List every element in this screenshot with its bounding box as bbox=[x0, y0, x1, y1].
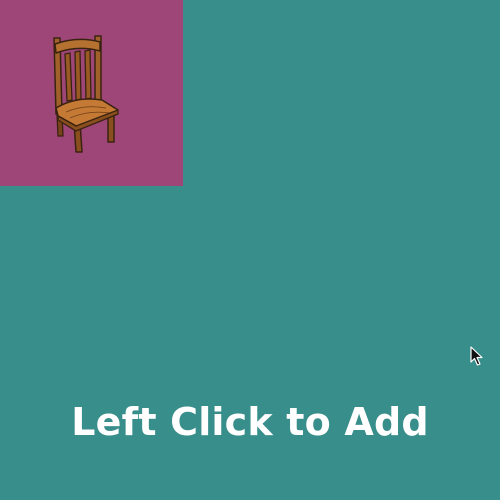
chair-item-tile[interactable] bbox=[0, 0, 183, 186]
chair-icon bbox=[53, 35, 119, 153]
instruction-text: Left Click to Add bbox=[71, 400, 429, 444]
arrow-cursor-icon bbox=[470, 346, 483, 366]
